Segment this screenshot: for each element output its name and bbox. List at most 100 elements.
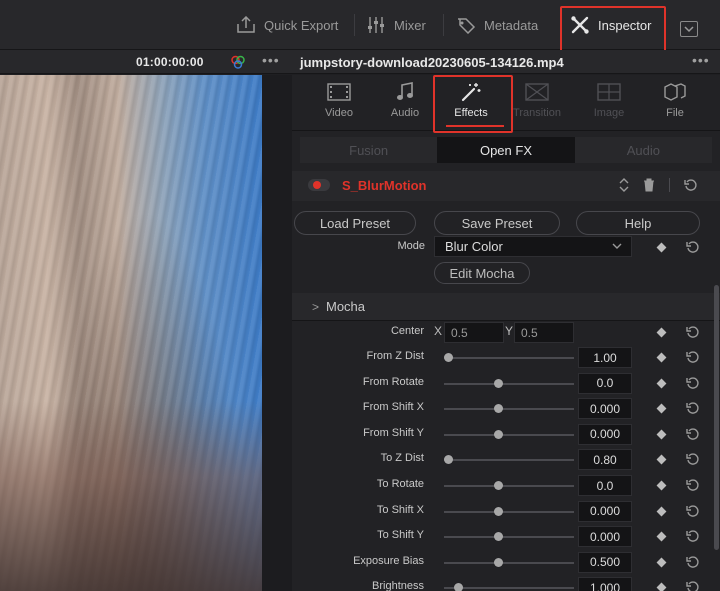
param-slider-track[interactable]: [444, 459, 574, 462]
param-slider-knob[interactable]: [494, 429, 503, 439]
param-slider-knob[interactable]: [494, 378, 503, 388]
reset-icon[interactable]: [686, 504, 700, 518]
reset-icon[interactable]: [686, 478, 700, 492]
reset-icon[interactable]: [686, 376, 700, 390]
music-note-icon: [393, 81, 417, 103]
keyframe-diamond-icon[interactable]: [656, 352, 667, 363]
center-y-label: Y: [505, 324, 514, 338]
toolbar-divider: [443, 14, 444, 36]
tab-effects-label: Effects: [454, 107, 488, 119]
param-row: From Z Dist 1.00: [292, 346, 720, 370]
load-preset-button[interactable]: Load Preset: [294, 211, 416, 235]
timecode: 01:00:00:00: [136, 55, 204, 69]
mocha-section-header[interactable]: > Mocha: [292, 293, 720, 321]
param-slider-track[interactable]: [444, 408, 574, 411]
collapse-toggle[interactable]: [680, 21, 698, 37]
param-slider-track[interactable]: [444, 510, 574, 513]
reset-icon[interactable]: [686, 240, 700, 254]
edit-mocha-button[interactable]: Edit Mocha: [434, 262, 530, 284]
keyframe-diamond-icon[interactable]: [656, 378, 667, 389]
effect-enable-toggle[interactable]: [308, 179, 330, 191]
trash-icon[interactable]: [643, 178, 655, 192]
mixer-label: Mixer: [394, 17, 426, 33]
keyframe-diamond-icon[interactable]: [656, 327, 667, 338]
reorder-icon[interactable]: [619, 177, 629, 193]
inspector-label: Inspector: [598, 17, 652, 33]
param-slider-track[interactable]: [444, 536, 574, 539]
reset-icon[interactable]: [686, 401, 700, 415]
reset-icon[interactable]: [686, 529, 700, 543]
param-value-input[interactable]: 1.000: [578, 577, 632, 591]
mixer-button[interactable]: Mixer: [366, 8, 426, 42]
reset-icon[interactable]: [684, 178, 698, 192]
reset-icon[interactable]: [686, 452, 700, 466]
keyframe-diamond-icon[interactable]: [656, 582, 667, 591]
tab-transition[interactable]: Transition: [502, 81, 572, 127]
mode-dropdown[interactable]: Blur Color: [434, 236, 632, 257]
top-toolbar: Quick Export Mixer Metadata Inspector: [0, 0, 720, 56]
tab-video[interactable]: Video: [304, 81, 374, 127]
active-tab-indicator: [446, 125, 504, 127]
param-row: From Shift Y 0.000: [292, 423, 720, 447]
tab-audio[interactable]: Audio: [370, 81, 440, 127]
param-value-input[interactable]: 0.0: [578, 475, 632, 496]
center-y-input[interactable]: 0.5: [514, 322, 574, 343]
param-value-input[interactable]: 0.500: [578, 551, 632, 573]
subtab-audio[interactable]: Audio: [575, 137, 712, 163]
reset-icon[interactable]: [686, 427, 700, 441]
subtab-fusion[interactable]: Fusion: [300, 137, 437, 163]
tab-image[interactable]: Image: [574, 81, 644, 127]
param-slider-knob[interactable]: [494, 506, 503, 516]
video-preview: [0, 75, 262, 591]
param-slider-knob[interactable]: [494, 557, 503, 567]
keyframe-diamond-icon[interactable]: [656, 506, 667, 517]
center-x-input[interactable]: 0.5: [444, 322, 504, 343]
reset-icon[interactable]: [686, 350, 700, 364]
param-label: From Shift X: [362, 401, 424, 414]
quick-export-button[interactable]: Quick Export: [236, 8, 338, 42]
param-value-input[interactable]: 0.0: [578, 372, 632, 394]
metadata-button[interactable]: Metadata: [456, 8, 538, 42]
reset-icon[interactable]: [686, 325, 700, 339]
param-slider-track[interactable]: [444, 561, 574, 564]
param-slider-knob[interactable]: [494, 404, 503, 414]
tab-effects[interactable]: Effects: [436, 81, 506, 127]
help-button[interactable]: Help: [576, 211, 700, 235]
tab-file[interactable]: File: [640, 81, 710, 127]
param-value-input[interactable]: 0.000: [578, 526, 632, 548]
keyframe-diamond-icon[interactable]: [656, 429, 667, 440]
param-slider-track[interactable]: [444, 485, 574, 487]
param-slider-knob[interactable]: [444, 455, 453, 465]
param-slider-track[interactable]: [444, 357, 574, 359]
param-slider-track[interactable]: [444, 433, 574, 436]
keyframe-diamond-icon[interactable]: [656, 454, 667, 465]
reset-icon[interactable]: [686, 555, 700, 569]
param-slider-track[interactable]: [444, 587, 574, 590]
reset-icon[interactable]: [686, 580, 700, 591]
keyframe-diamond-icon[interactable]: [656, 531, 667, 542]
param-slider-knob[interactable]: [444, 353, 453, 362]
param-value-input[interactable]: 0.000: [578, 500, 632, 522]
inspector-options-icon[interactable]: •••: [692, 52, 710, 68]
save-preset-button[interactable]: Save Preset: [434, 211, 560, 235]
param-value-input[interactable]: 1.00: [578, 347, 632, 368]
param-slider-knob[interactable]: [494, 532, 503, 542]
param-value-input[interactable]: 0.80: [578, 449, 632, 471]
param-slider-knob[interactable]: [494, 481, 503, 490]
metadata-label: Metadata: [484, 17, 539, 33]
keyframe-diamond-icon[interactable]: [656, 242, 667, 253]
param-value-input[interactable]: 0.000: [578, 423, 632, 445]
image-icon: [597, 81, 621, 103]
inspector-scrollbar[interactable]: [714, 285, 719, 550]
keyframe-diamond-icon[interactable]: [656, 557, 667, 568]
inspector-button[interactable]: Inspector: [570, 8, 651, 42]
param-slider-knob[interactable]: [454, 583, 463, 591]
color-wheel-icon[interactable]: [230, 54, 246, 70]
keyframe-diamond-icon[interactable]: [656, 480, 667, 491]
param-value-input[interactable]: 0.000: [578, 398, 632, 420]
viewer-options-icon[interactable]: •••: [262, 52, 280, 68]
param-slider-track[interactable]: [444, 382, 574, 385]
keyframe-diamond-icon[interactable]: [656, 403, 667, 414]
subtab-open-fx[interactable]: Open FX: [437, 137, 575, 163]
chevron-right-icon: >: [312, 300, 320, 314]
